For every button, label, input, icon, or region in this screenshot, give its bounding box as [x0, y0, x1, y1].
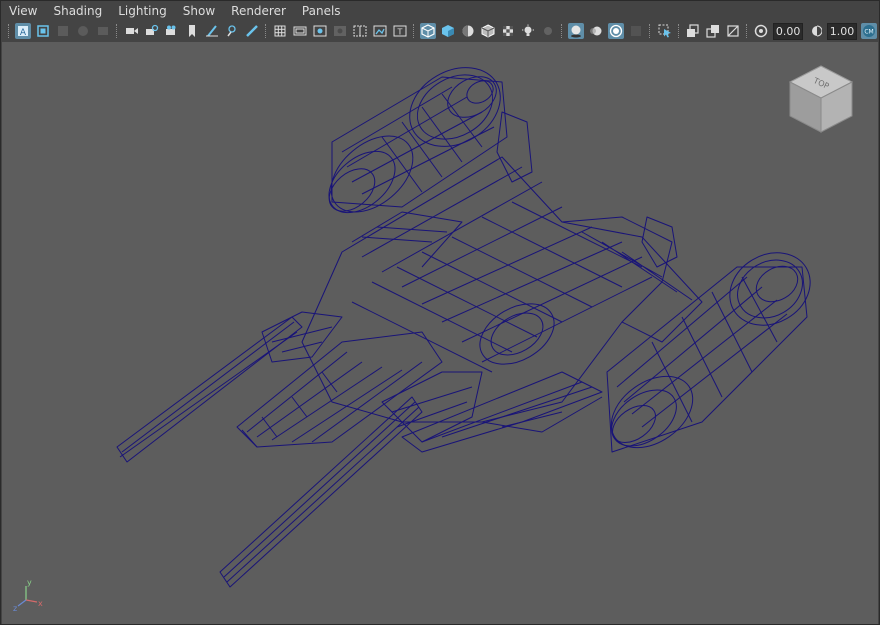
view-cube[interactable]: TOP: [786, 64, 856, 134]
color-management-button[interactable]: CM: [860, 23, 877, 39]
axis-z-label: z: [13, 604, 17, 613]
paint-icon[interactable]: [244, 23, 260, 39]
axis-x-label: x: [38, 599, 43, 608]
pen-icon[interactable]: [224, 23, 240, 39]
toolbar-separator: [116, 24, 118, 38]
camera-video-icon[interactable]: [164, 23, 180, 39]
default-material-icon[interactable]: [460, 23, 476, 39]
gamma-icon[interactable]: [807, 23, 823, 39]
color-management-label: CM: [864, 29, 873, 36]
motion-blur-icon[interactable]: [588, 23, 604, 39]
anti-aliasing-icon[interactable]: [608, 23, 625, 39]
toolbar-separator: [745, 24, 748, 38]
grid-icon[interactable]: [272, 23, 288, 39]
panel-menu-bar: View Shading Lighting Show Renderer Pane…: [1, 1, 879, 21]
menu-shading[interactable]: Shading: [45, 1, 110, 21]
toolbar-separator: [8, 24, 10, 38]
wireframe-on-shaded-icon[interactable]: [480, 23, 496, 39]
x-ray-icon[interactable]: [685, 23, 701, 39]
safe-action-icon[interactable]: [372, 23, 388, 39]
isolate-select-icon[interactable]: [657, 23, 673, 39]
smooth-shade-icon[interactable]: [440, 23, 456, 39]
x-ray-joints-icon[interactable]: [725, 23, 741, 39]
grease-pencil-icon[interactable]: [204, 23, 220, 39]
image-plane-icon[interactable]: [75, 23, 91, 39]
toolbar-separator: [677, 24, 680, 38]
menu-panels[interactable]: Panels: [294, 1, 349, 21]
safe-title-icon[interactable]: T: [392, 23, 408, 39]
textured-icon[interactable]: [500, 23, 516, 39]
2d-pan-zoom-icon[interactable]: [95, 23, 111, 39]
bookmarks-icon[interactable]: [55, 23, 71, 39]
svg-text:A: A: [20, 28, 27, 38]
menu-view[interactable]: View: [1, 1, 45, 21]
camera-icon[interactable]: [124, 23, 140, 39]
axis-gizmo: y x z: [13, 578, 43, 613]
depth-of-field-icon[interactable]: [628, 23, 644, 39]
x-ray-active-icon[interactable]: [705, 23, 721, 39]
film-gate-icon[interactable]: [292, 23, 308, 39]
toolbar-separator: [412, 24, 415, 38]
resolution-gate-icon[interactable]: [312, 23, 328, 39]
lock-camera-icon[interactable]: [144, 23, 160, 39]
exposure-field[interactable]: 0.00: [773, 22, 804, 40]
screen-space-ao-icon[interactable]: [568, 23, 585, 39]
wireframe-spaceship-model[interactable]: [2, 42, 878, 624]
bookmark-icon[interactable]: [184, 23, 200, 39]
menu-renderer[interactable]: Renderer: [223, 1, 294, 21]
toolbar-separator: [649, 24, 651, 38]
toolbar-separator: [264, 24, 267, 38]
menu-show[interactable]: Show: [175, 1, 223, 21]
toolbar-separator: [561, 24, 563, 38]
svg-text:T: T: [396, 28, 402, 37]
axis-y-label: y: [27, 578, 32, 587]
gate-mask-icon[interactable]: [332, 23, 348, 39]
shadows-icon[interactable]: [540, 23, 556, 39]
field-chart-icon[interactable]: [352, 23, 368, 39]
3d-viewport[interactable]: TOP y x z: [2, 42, 878, 624]
exposure-icon[interactable]: [753, 23, 769, 39]
select-camera-icon[interactable]: A: [15, 23, 32, 39]
camera-attributes-icon[interactable]: [35, 23, 51, 39]
wireframe-icon[interactable]: [420, 23, 437, 39]
panel-toolbar: A T 0.00 1.00 CM: [1, 21, 879, 41]
maya-viewport-panel: View Shading Lighting Show Renderer Pane…: [0, 0, 880, 625]
gamma-field[interactable]: 1.00: [827, 22, 857, 40]
use-all-lights-icon[interactable]: [520, 23, 536, 39]
menu-lighting[interactable]: Lighting: [110, 1, 175, 21]
